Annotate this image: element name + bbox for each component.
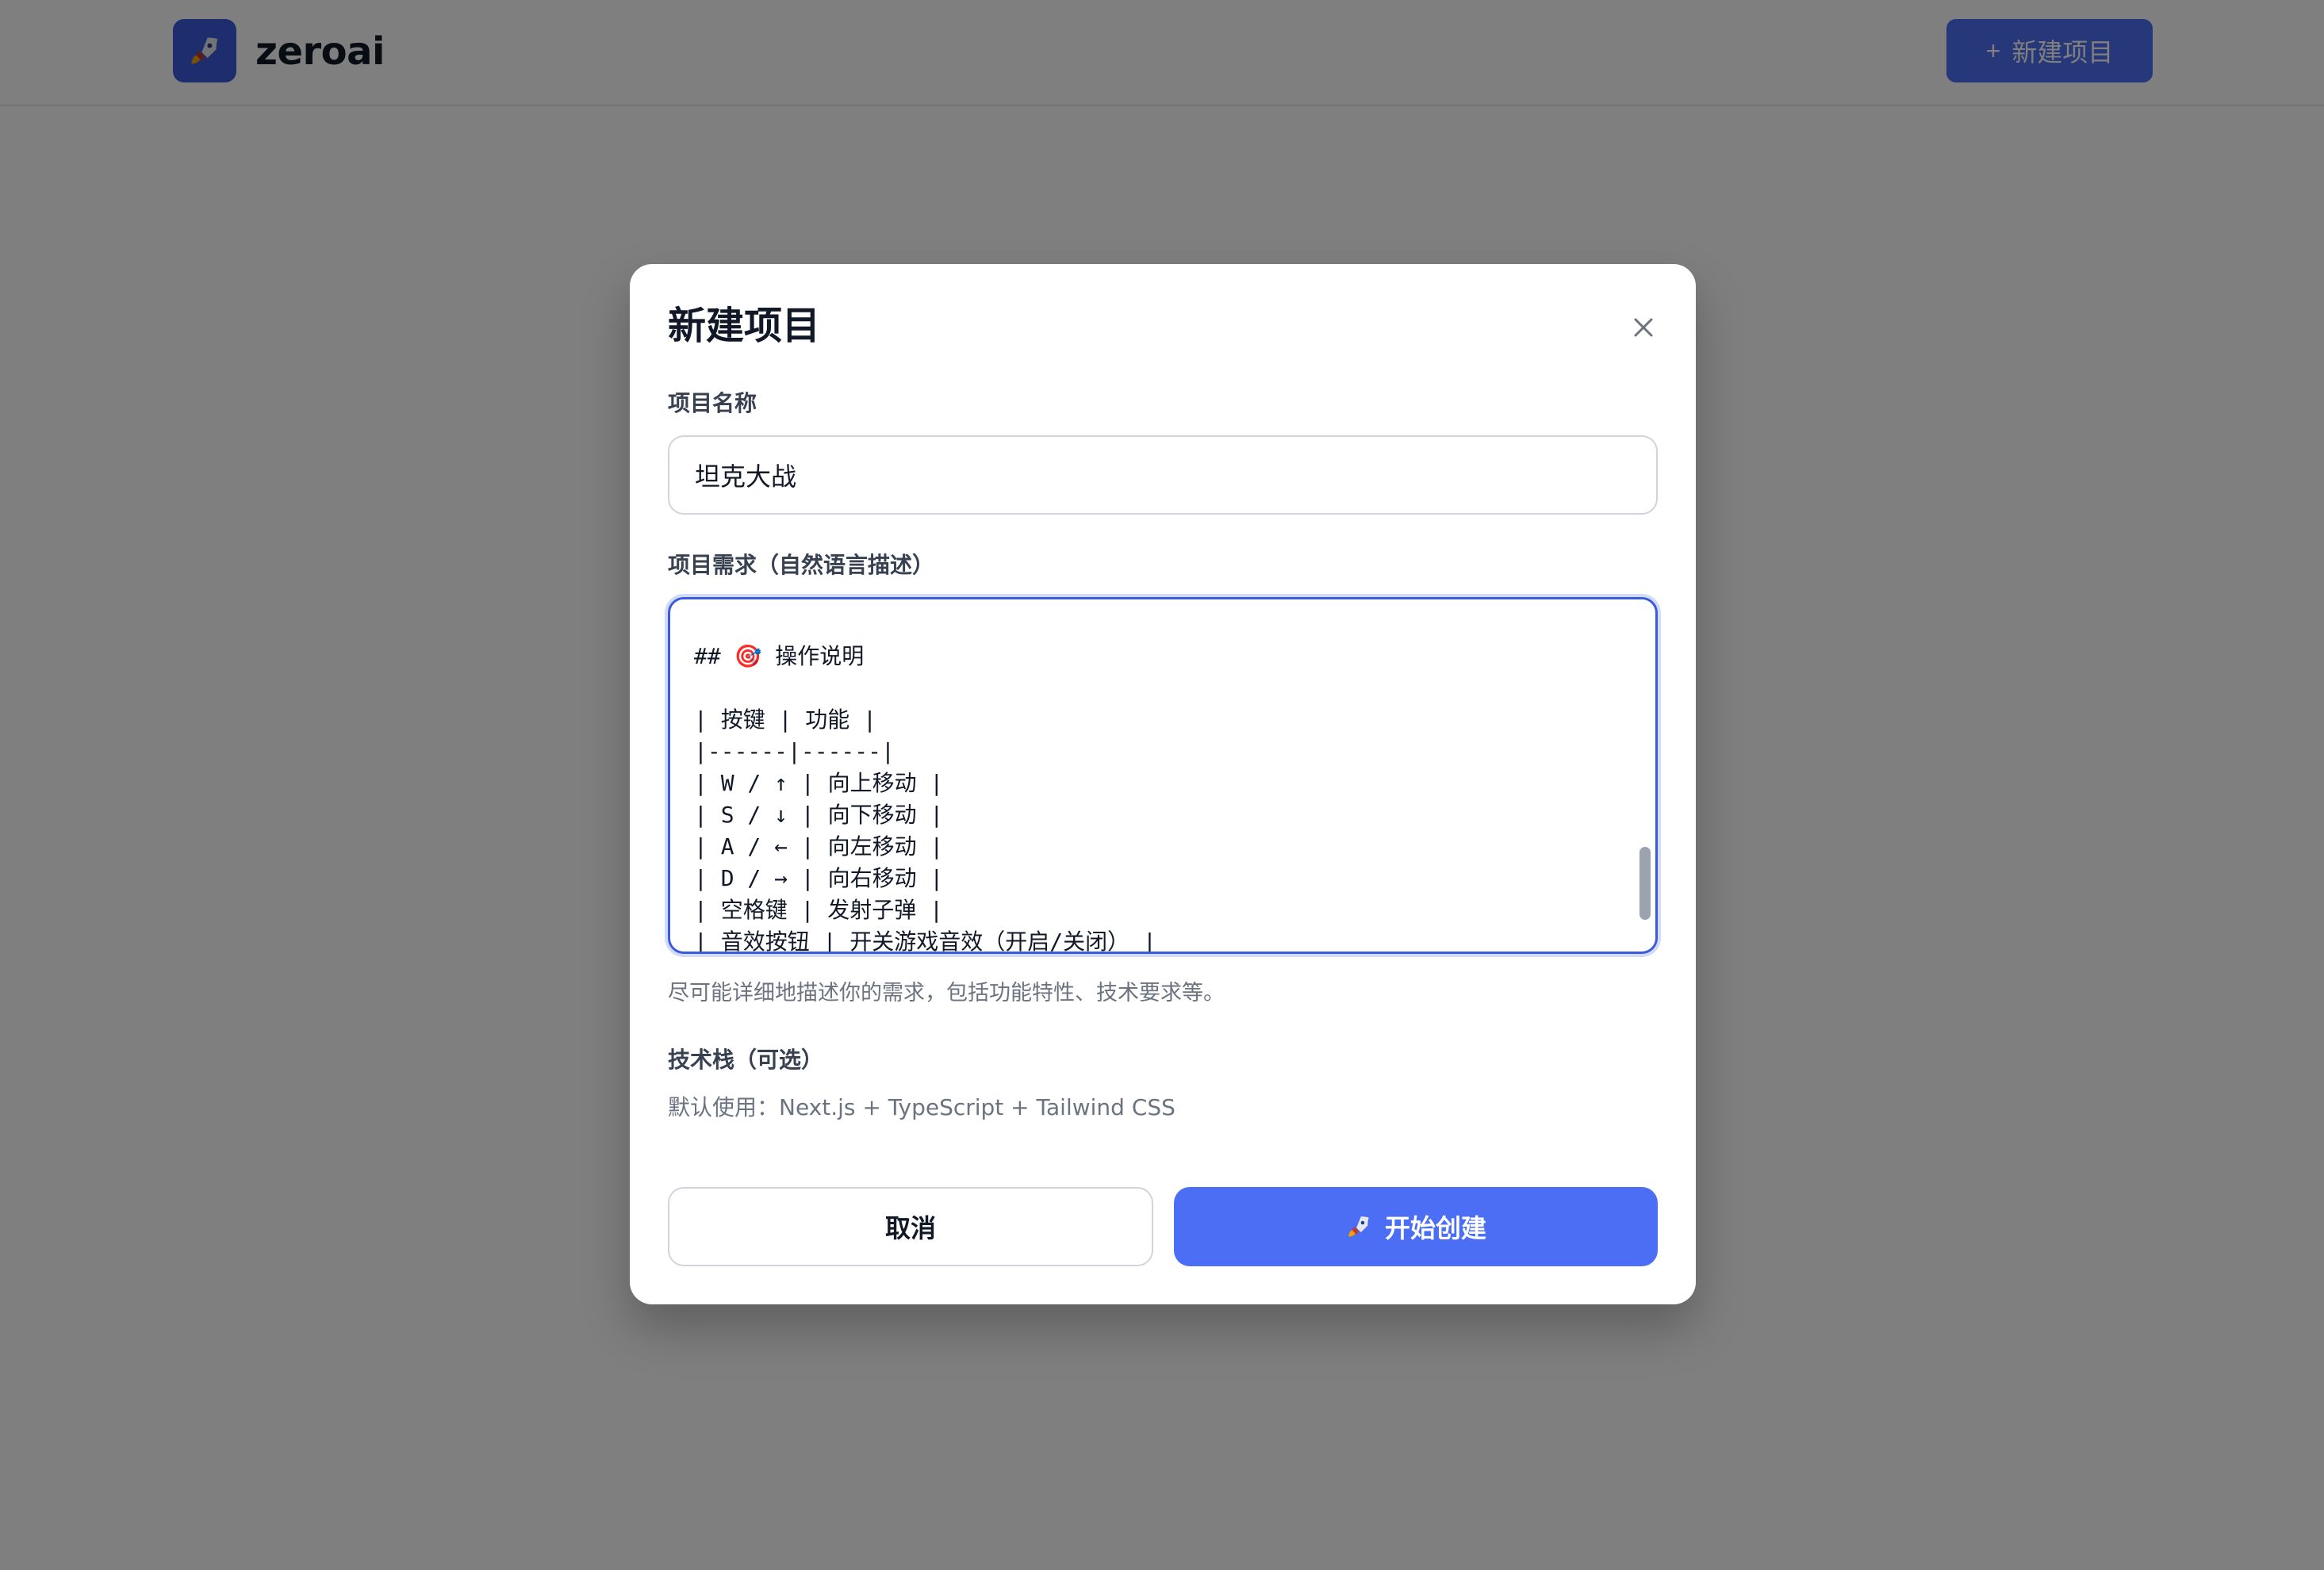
rocket-icon	[1348, 1216, 1369, 1237]
new-project-modal: 新建项目 项目名称 项目需求（自然语言描述） ## 🎯 操作说明 | 按键 | …	[630, 264, 1696, 1304]
close-icon[interactable]	[1631, 315, 1656, 340]
modal-title: 新建项目	[668, 304, 821, 348]
tech-stack-default: 默认使用：Next.js + TypeScript + Tailwind CSS	[668, 1094, 1175, 1120]
requirements-hint: 尽可能详细地描述你的需求，包括功能特性、技术要求等。	[668, 981, 1225, 1005]
start-create-button[interactable]: 开始创建	[1174, 1187, 1658, 1266]
textarea-scrollbar[interactable]	[1639, 847, 1651, 920]
tech-stack-label: 技术栈（可选）	[668, 1047, 824, 1073]
start-create-label: 开始创建	[1384, 1213, 1486, 1243]
requirements-text[interactable]: ## 🎯 操作说明 | 按键 | 功能 | |------|------| | …	[694, 599, 1606, 952]
cancel-button[interactable]: 取消	[668, 1187, 1153, 1266]
project-name-input[interactable]	[668, 435, 1658, 515]
requirements-label: 项目需求（自然语言描述）	[668, 552, 935, 578]
requirements-textarea[interactable]: ## 🎯 操作说明 | 按键 | 功能 | |------|------| | …	[668, 597, 1658, 954]
project-name-label: 项目名称	[668, 390, 757, 416]
